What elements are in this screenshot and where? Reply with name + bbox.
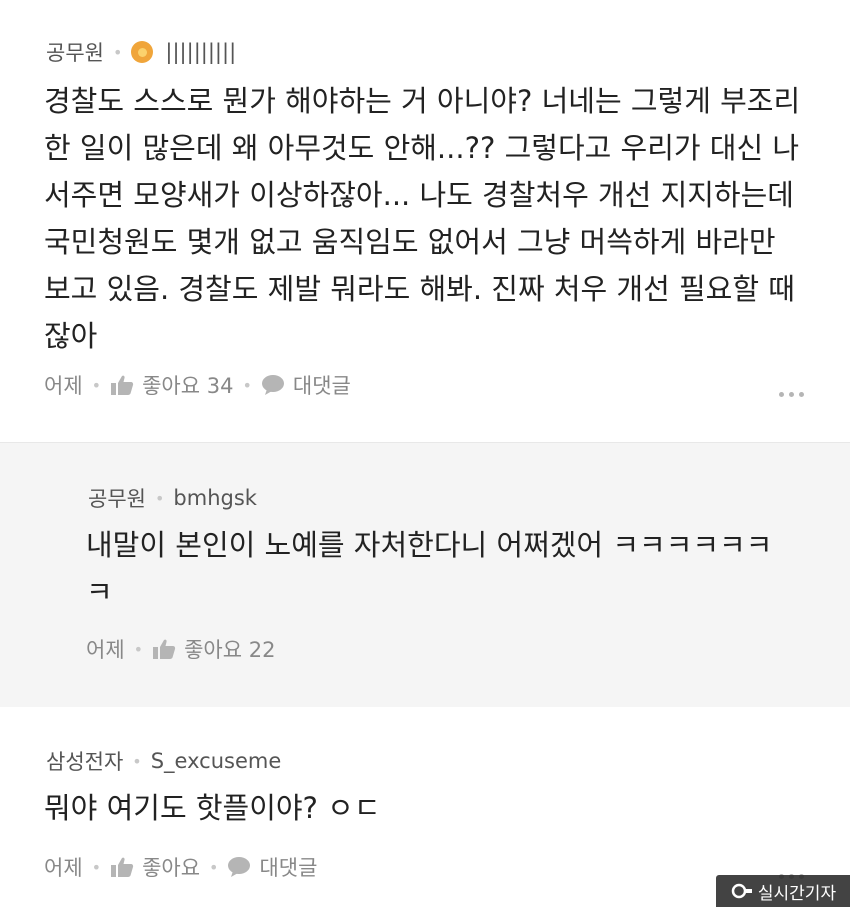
reply-button[interactable]: 대댓글: [261, 370, 351, 400]
comment-line: ㅋ: [86, 575, 113, 609]
like-button[interactable]: 좋아요 34: [110, 370, 233, 400]
comment-actions: 어제 • 좋아요 34 • 대댓글: [44, 370, 351, 400]
comment-time: 어제: [44, 856, 83, 880]
comment-body: 경찰도 스스로 뭔가 해야하는 거 아니야? 너네는 그렇게 부조리 한 일이 …: [44, 78, 800, 360]
comment-1: 공무원 • |||||||||| 경찰도 스스로 뭔가 해야하는 거 아니야? …: [0, 0, 850, 440]
author-nickname[interactable]: ||||||||||: [165, 40, 236, 64]
speech-bubble-icon: [228, 857, 251, 877]
thumbs-up-icon: [153, 639, 176, 659]
comment-time: 어제: [86, 638, 125, 662]
watermark-text: 실시간기자: [757, 883, 837, 904]
comment-line: 내말이 본인이 노예를 자처한다니 어쩌겠어 ㅋㅋㅋㅋㅋㅋ: [86, 528, 773, 562]
comment-line: 보고 있음. 경찰도 제발 뭐라도 해봐. 진짜 처우 개선 필요할 때: [44, 272, 795, 306]
sun-badge-icon: [131, 41, 154, 63]
separator-dot: •: [133, 639, 144, 659]
comment-body: 내말이 본인이 노예를 자처한다니 어쩌겠어 ㅋㅋㅋㅋㅋㅋ ㅋ: [86, 522, 772, 616]
like-count: 좋아요 22: [184, 638, 276, 662]
comment-author-row: 공무원 • bmhgsk: [88, 483, 257, 513]
separator-dot: •: [132, 751, 142, 771]
reply-comment: 공무원 • bmhgsk 내말이 본인이 노예를 자처한다니 어쩌겠어 ㅋㅋㅋㅋ…: [0, 442, 850, 708]
separator-dot: •: [91, 375, 102, 395]
comment-time: 어제: [44, 374, 83, 398]
reply-label: 대댓글: [259, 856, 318, 880]
separator-dot: •: [112, 42, 123, 62]
like-count: 좋아요 34: [142, 374, 234, 398]
speech-bubble-icon: [261, 375, 284, 395]
comment-author-row: 공무원 • ||||||||||: [46, 37, 236, 67]
comment-author-row: 삼성전자 • S_excuseme: [46, 746, 281, 776]
author-org[interactable]: 공무원: [46, 37, 104, 67]
like-count: 좋아요: [142, 856, 201, 880]
more-dots-icon[interactable]: [779, 392, 804, 397]
comment-body: 뭐야 여기도 핫플이야? ㅇㄷ: [44, 785, 381, 832]
separator-dot: •: [209, 857, 219, 877]
author-org[interactable]: 삼성전자: [46, 746, 123, 776]
thumbs-up-icon: [111, 857, 134, 877]
comment-line: 잖아: [44, 319, 98, 353]
comment-line: 국민청원도 몇개 없고 움직임도 없어서 그냥 머쓱하게 바라만: [44, 225, 776, 259]
comment-line: 한 일이 많은데 왜 아무것도 안해...?? 그렇다고 우리가 대신 나: [44, 131, 800, 165]
author-nickname[interactable]: S_excuseme: [151, 749, 282, 773]
separator-dot: •: [242, 375, 252, 395]
author-nickname[interactable]: bmhgsk: [173, 486, 257, 510]
separator-dot: •: [154, 488, 165, 508]
reply-label: 대댓글: [292, 374, 351, 398]
thumbs-up-icon: [111, 375, 134, 395]
watermark: 실시간기자: [716, 875, 850, 907]
like-button[interactable]: 좋아요: [110, 852, 200, 882]
comment-actions: 어제 • 좋아요 22: [86, 634, 275, 664]
like-button[interactable]: 좋아요 22: [152, 634, 275, 664]
comment-actions: 어제 • 좋아요 • 대댓글: [44, 852, 317, 882]
comment-line: 뭐야 여기도 핫플이야? ㅇㄷ: [44, 791, 381, 825]
comment-line: 경찰도 스스로 뭔가 해야하는 거 아니야? 너네는 그렇게 부조리: [44, 84, 801, 118]
watermark-logo-icon: [731, 883, 752, 899]
comment-line: 서주면 모양새가 이상하잖아... 나도 경찰처우 개선 지지하는데: [44, 178, 794, 212]
separator-dot: •: [91, 857, 102, 877]
reply-button[interactable]: 대댓글: [227, 852, 317, 882]
author-org[interactable]: 공무원: [88, 483, 146, 513]
